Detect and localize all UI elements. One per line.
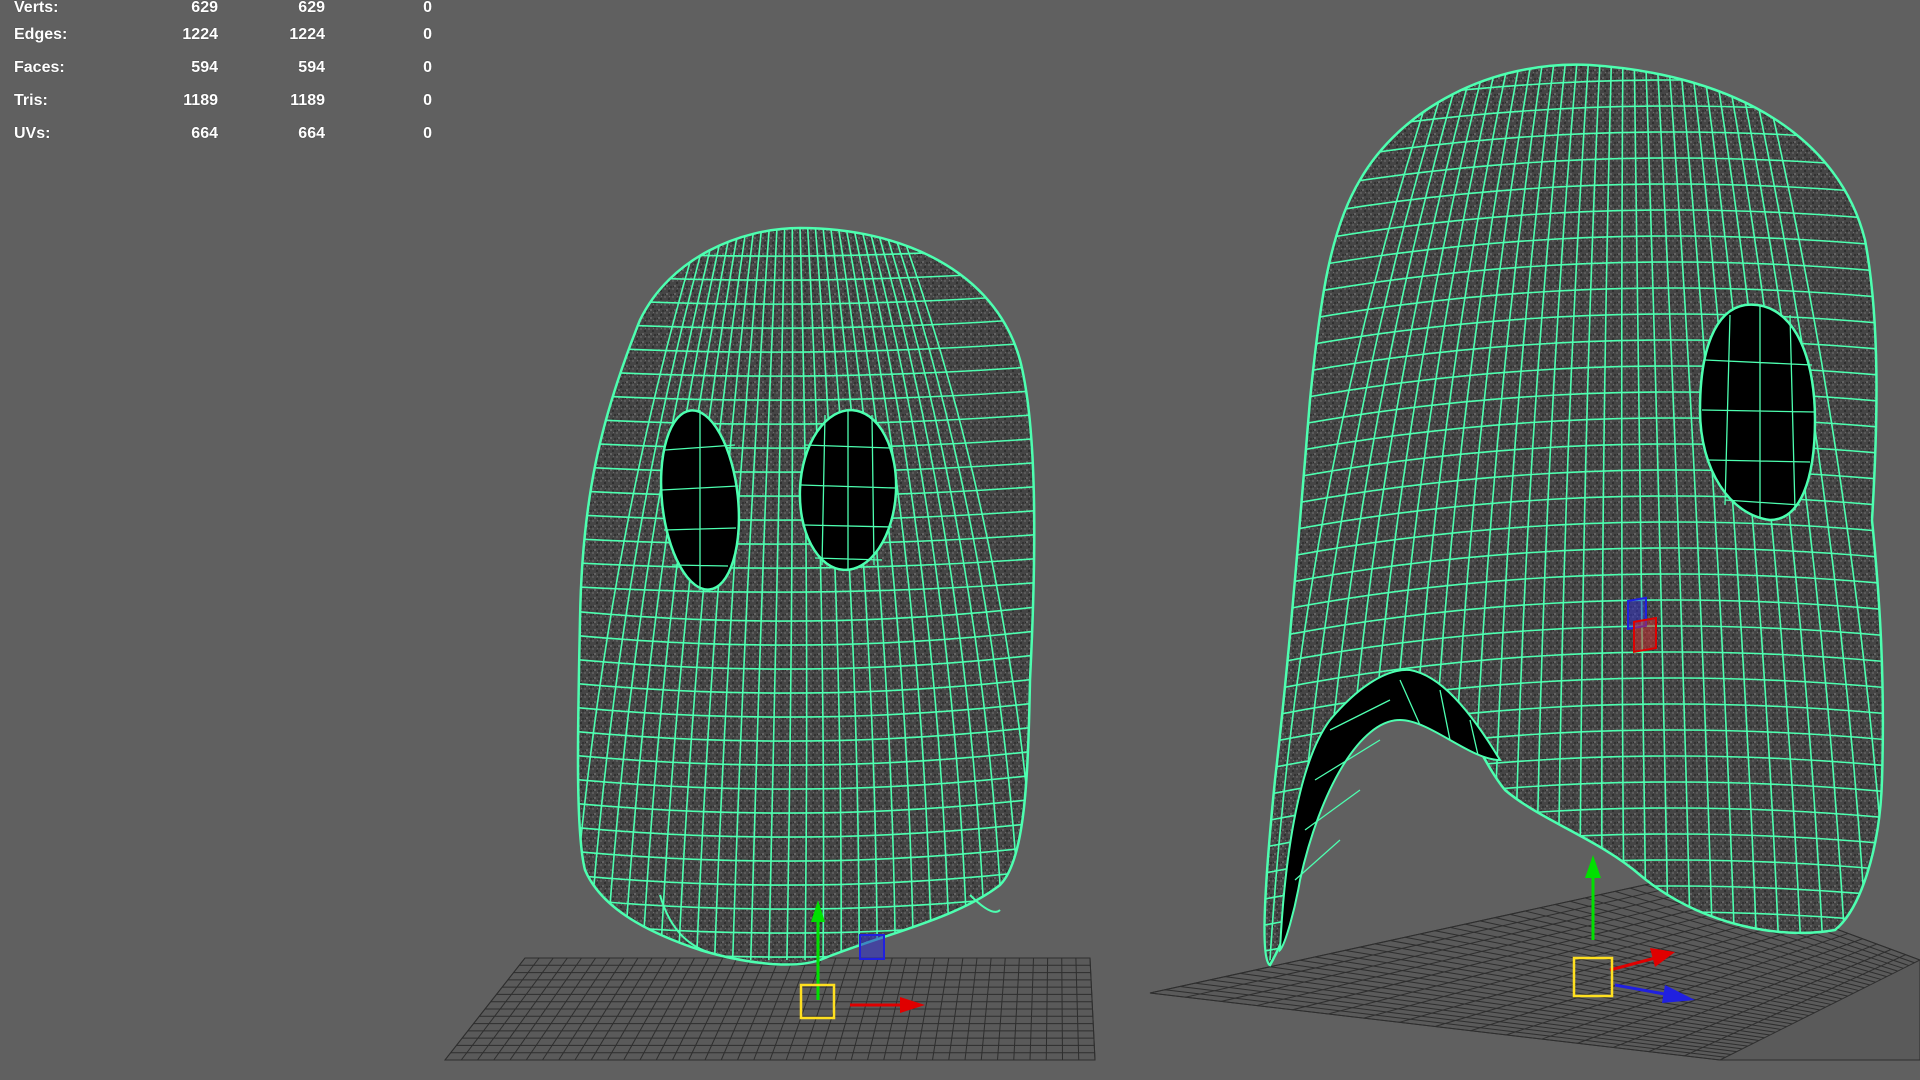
hud-row-edges: Edges: 1224 1224 0 xyxy=(14,18,432,51)
scene-canvas[interactable] xyxy=(0,0,1920,1080)
axis-z-plane-icon[interactable] xyxy=(859,934,885,960)
hud-label: Faces: xyxy=(14,58,65,76)
hud-value-selected: 629 xyxy=(298,0,325,16)
hud-value-object: 664 xyxy=(191,124,218,142)
axis-y-arrow-icon[interactable] xyxy=(1585,855,1601,878)
hud-value-selected: 664 xyxy=(298,124,325,142)
hud-row-tris: Tris: 1189 1189 0 xyxy=(14,84,432,117)
hud-value-object: 629 xyxy=(191,0,218,16)
hud-value-object: 1224 xyxy=(182,25,218,43)
mask-mesh-front[interactable] xyxy=(560,226,1045,966)
hud-label: Verts: xyxy=(14,0,59,16)
hud-value-object: 594 xyxy=(191,58,218,76)
hud-value-component: 0 xyxy=(423,0,432,16)
hud-value-component: 0 xyxy=(423,124,432,142)
hud-value-selected: 1189 xyxy=(290,91,325,109)
hud-row-faces: Faces: 594 594 0 xyxy=(14,51,432,84)
hud-label: Tris: xyxy=(14,91,48,109)
mask-mesh-side[interactable] xyxy=(1260,60,1890,978)
hud-value-component: 0 xyxy=(423,58,432,76)
hud-label: Edges: xyxy=(14,25,68,43)
3d-viewport[interactable]: Verts: 629 629 0 Edges: 1224 1224 0 Face… xyxy=(0,0,1920,1080)
hud-row-uvs: UVs: 664 664 0 xyxy=(14,117,432,150)
poly-count-hud: Verts: 629 629 0 Edges: 1224 1224 0 Face… xyxy=(14,0,432,150)
axis-x-plane-icon[interactable] xyxy=(1633,616,1657,654)
hud-value-object: 1189 xyxy=(183,91,218,109)
hud-label: UVs: xyxy=(14,124,51,142)
hud-value-selected: 1224 xyxy=(289,25,325,43)
hud-value-component: 0 xyxy=(423,91,432,109)
hud-value-selected: 594 xyxy=(298,58,325,76)
hud-row-verts: Verts: 629 629 0 xyxy=(14,0,432,18)
ground-grid-left xyxy=(443,957,1096,1061)
hud-value-component: 0 xyxy=(423,25,432,43)
